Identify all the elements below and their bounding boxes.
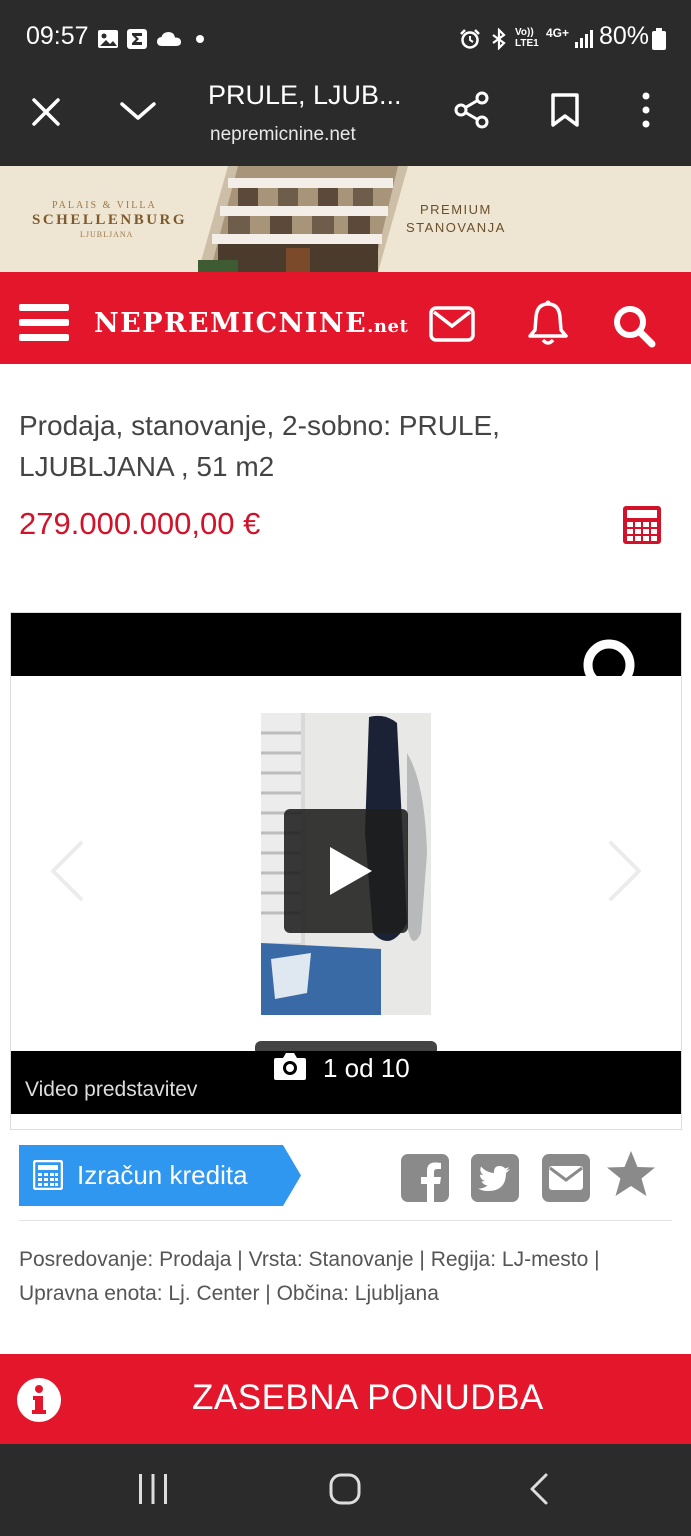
ad-brand-sub: LJUBLJANA bbox=[80, 230, 134, 239]
system-nav-bar bbox=[0, 1444, 691, 1536]
dot-icon bbox=[196, 35, 204, 43]
mail-icon[interactable] bbox=[429, 306, 475, 342]
private-offer-label: ZASEBNA PONUDBA bbox=[192, 1378, 544, 1417]
ad-stanovanja: STANOVANJA bbox=[406, 220, 506, 235]
photo-gallery[interactable]: 1 od 10 Video predstavitev bbox=[10, 612, 682, 1130]
share-icon[interactable] bbox=[452, 90, 492, 130]
play-icon bbox=[330, 847, 372, 895]
calculator-icon[interactable] bbox=[622, 505, 662, 545]
recent-apps-icon[interactable] bbox=[136, 1472, 170, 1506]
battery-level: 80% bbox=[598, 22, 649, 50]
status-time: 09:57 bbox=[26, 22, 89, 50]
camera-icon bbox=[274, 1053, 306, 1080]
ad-brand-top: PALAIS & VILLA bbox=[52, 200, 157, 211]
signal-icon bbox=[575, 30, 593, 48]
ad-banner[interactable]: PALAIS & VILLA SCHELLENBURG LJUBLJANA PR… bbox=[0, 166, 691, 272]
zoom-icon[interactable] bbox=[577, 633, 653, 709]
back-icon[interactable] bbox=[526, 1472, 552, 1506]
ad-premium: PREMIUM bbox=[420, 202, 492, 217]
search-icon[interactable] bbox=[612, 304, 656, 348]
play-button[interactable] bbox=[284, 809, 408, 933]
star-icon[interactable] bbox=[605, 1149, 657, 1199]
site-logo[interactable]: NEPREMICNINE.net bbox=[94, 308, 408, 339]
listing-details: Posredovanje: Prodaja | Vrsta: Stanovanj… bbox=[19, 1248, 600, 1305]
page-title: PRULE, LJUB... bbox=[208, 80, 402, 110]
info-icon bbox=[17, 1378, 61, 1422]
bell-icon[interactable] bbox=[527, 300, 569, 346]
bluetooth-icon bbox=[492, 28, 506, 50]
gallery-icon bbox=[98, 30, 118, 48]
address-area[interactable]: PRULE, LJUB... nepremicnine.net bbox=[0, 80, 691, 166]
ad-building-image bbox=[198, 166, 408, 272]
site-header: NEPREMICNINE.net bbox=[0, 272, 691, 364]
loan-calculator-label: Izračun kredita bbox=[77, 1160, 248, 1190]
site-logo-net: .net bbox=[367, 316, 409, 337]
page-url: nepremicnine.net bbox=[210, 124, 356, 145]
listing-price: 279.000.000,00 € bbox=[19, 506, 261, 541]
battery-icon bbox=[652, 28, 666, 50]
site-logo-main: NEPREMICNINE bbox=[94, 308, 368, 339]
chevron-left-icon[interactable] bbox=[47, 839, 87, 903]
ad-brand-name: SCHELLENBURG bbox=[32, 212, 188, 228]
facebook-icon[interactable] bbox=[401, 1154, 449, 1202]
divider bbox=[19, 1220, 672, 1221]
more-icon[interactable] bbox=[638, 92, 654, 128]
browser-toolbar: PRULE, LJUB... nepremicnine.net bbox=[0, 80, 691, 166]
email-icon[interactable] bbox=[542, 1154, 590, 1202]
volte-icon: Vo)) LTE1 bbox=[515, 27, 539, 49]
cloud-icon bbox=[157, 32, 181, 46]
chevron-right-icon[interactable] bbox=[605, 839, 645, 903]
status-bar: 09:57 Vo)) LTE1 4G+ 80% bbox=[0, 0, 691, 80]
sigma-icon bbox=[127, 29, 147, 49]
home-icon[interactable] bbox=[328, 1472, 362, 1506]
bookmark-icon[interactable] bbox=[550, 92, 580, 128]
twitter-icon[interactable] bbox=[471, 1154, 519, 1202]
calculator-icon bbox=[33, 1160, 63, 1190]
alarm-icon bbox=[460, 29, 480, 49]
listing-title: Prodaja, stanovanje, 2-sobno: PRULE, LJU… bbox=[19, 410, 500, 482]
4g-icon: 4G+ bbox=[546, 26, 570, 40]
menu-icon[interactable] bbox=[19, 302, 69, 344]
video-label[interactable]: Video predstavitev bbox=[25, 1078, 197, 1102]
photo-counter: 1 od 10 bbox=[323, 1053, 410, 1083]
